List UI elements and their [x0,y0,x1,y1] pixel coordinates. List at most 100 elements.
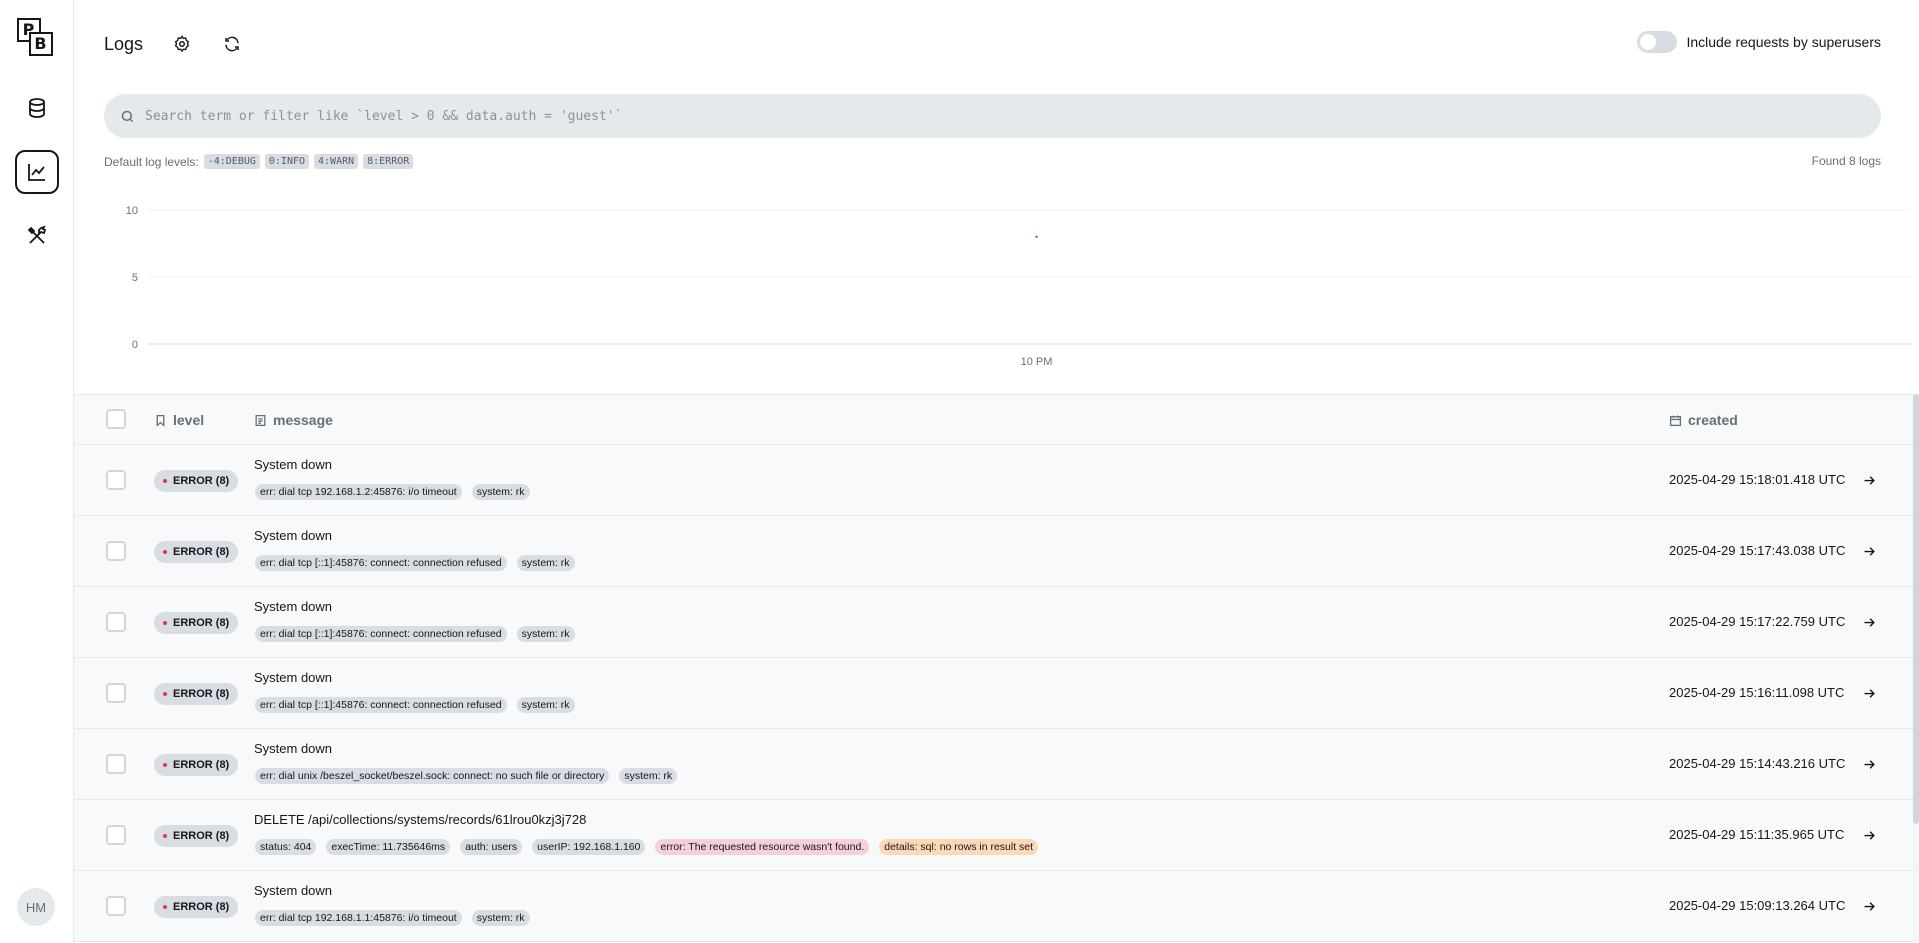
row-checkbox[interactable] [106,683,126,703]
refresh-icon [225,36,239,52]
page-title: Logs [104,33,144,54]
error-dot-icon [163,763,167,767]
toggle-knob [1640,34,1657,50]
arrow-right-icon[interactable] [1862,686,1877,701]
row-checkbox[interactable] [106,896,126,916]
table-row[interactable]: ERROR (8) System down err: dial tcp 192.16… [74,871,1919,942]
table-body: ERROR (8) System down err: dial tcp 192.16… [74,445,1919,942]
level-badge: ERROR (8) [154,612,239,634]
log-data-tag: err: dial unix /beszel_socket/beszel.soc… [255,768,610,784]
table-row[interactable]: ERROR (8) DELETE /api/collections/systems… [74,800,1919,871]
log-data-tag: details: sql: no rows in result set [879,839,1039,855]
error-dot-icon [163,834,167,838]
level-badge: ERROR (8) [154,754,239,776]
row-checkbox[interactable] [106,754,126,774]
table-row[interactable]: ERROR (8) System down err: dial tcp [::1]:… [74,587,1919,658]
column-level[interactable]: level [154,412,204,428]
arrow-right-icon[interactable] [1862,544,1877,559]
select-all-checkbox[interactable] [106,409,126,429]
avatar[interactable]: HM [17,888,55,926]
log-message: System down [254,457,333,472]
logs-chart: 0 5 10 10 PM [126,205,1911,368]
superusers-toggle[interactable] [1637,31,1678,53]
x-tick-label: 10 PM [1021,356,1053,368]
row-checkbox[interactable] [106,612,126,632]
pocketbase-logo[interactable]: P B [16,18,57,58]
level-badge-label: ERROR (8) [173,759,230,771]
logs-settings-button[interactable] [165,27,199,61]
log-data-tag: err: dial tcp [::1]:45876: connect: conn… [255,626,507,642]
nav-collections-button[interactable] [15,86,59,130]
level-chip-warn: 4:WARN [314,154,359,169]
level-badge-label: ERROR (8) [173,688,230,700]
nav-settings-button[interactable] [15,214,59,258]
logo-b: B [28,32,53,56]
log-tags: status: 404 execTime: 11.735646ms auth: us… [255,839,1048,855]
search-icon [121,110,134,122]
log-message: System down [254,670,333,685]
level-badge: ERROR (8) [154,825,239,847]
column-created-label: created [1688,412,1738,428]
level-badge-label: ERROR (8) [173,546,230,558]
column-created[interactable]: created [1669,412,1738,428]
column-message[interactable]: message [254,412,333,428]
arrow-right-icon[interactable] [1862,473,1877,488]
error-dot-icon [163,479,167,483]
main-content: Logs Include requests by superusers Sear… [74,0,1919,943]
log-data-tag: err: dial tcp [::1]:45876: connect: conn… [255,555,507,571]
chart-data-point[interactable] [1035,235,1038,238]
error-dot-icon [163,621,167,625]
log-created: 2025-04-29 15:14:43.216 UTC [1669,756,1846,771]
row-checkbox[interactable] [106,541,126,561]
column-level-label: level [173,412,205,428]
scrollbar-thumb[interactable] [1913,394,1919,824]
refresh-button[interactable] [215,27,249,61]
tools-icon [27,225,46,244]
arrow-right-icon[interactable] [1862,615,1877,630]
arrow-right-icon[interactable] [1862,757,1877,772]
arrow-right-icon[interactable] [1862,828,1877,843]
log-data-tag: system: rk [471,484,530,500]
log-tags: err: dial tcp [::1]:45876: connect: conn… [255,626,585,642]
level-badge: ERROR (8) [154,683,239,705]
log-tags: err: dial tcp 192.168.1.2:45876: i/o tim… [255,484,540,500]
search-input[interactable] [145,108,1845,124]
table-row[interactable]: ERROR (8) System downerr: dial tcp [::1]:… [74,516,1919,587]
log-created: 2025-04-29 15:09:13.264 UTC [1669,898,1846,913]
table-row[interactable]: ERROR (8) System down err: dial tcp 192.16… [74,445,1919,516]
error-dot-icon [163,692,167,696]
level-badge: ERROR (8) [154,541,239,563]
error-dot-icon [163,550,167,554]
log-data-tag: execTime: 11.735646ms [326,839,451,855]
level-badge: ERROR (8) [154,896,239,918]
log-data-tag: system: rk [471,910,530,926]
log-message: System down [254,883,333,898]
y-tick-label: 0 [132,339,138,351]
table-row[interactable]: ERROR (8) System downerr: dial tcp [::1]:… [74,658,1919,729]
level-badge-label: ERROR (8) [173,901,230,913]
log-message: System down [254,741,333,756]
log-data-tag: error: The requested resource wasn't fou… [655,839,870,855]
logs-table: level message created ERROR (8) System do… [74,394,1919,942]
superusers-toggle-label[interactable]: Include requests by superusers [1686,34,1881,50]
level-badge: ERROR (8) [154,470,239,492]
log-tags: err: dial tcp [::1]:45876: connect: conn… [255,697,585,713]
log-message: System down [254,528,333,543]
level-badge-label: ERROR (8) [173,830,230,842]
chart-line-icon [27,164,45,181]
level-chip-info: 0:INFO [264,154,310,169]
table-row[interactable]: ERROR (8) System down err: dial unix /besz… [74,729,1919,800]
bookmark-icon [156,414,165,427]
column-message-label: message [273,412,333,428]
nav-logs-button[interactable] [14,150,59,194]
gear-icon [174,35,190,53]
row-checkbox[interactable] [106,470,126,490]
log-message: DELETE /api/collections/systems/records/… [254,812,587,827]
arrow-right-icon[interactable] [1862,899,1877,914]
row-checkbox[interactable] [106,825,126,845]
log-data-tag: err: dial tcp [::1]:45876: connect: conn… [255,697,507,713]
log-created: 2025-04-29 15:17:22.759 UTC [1669,614,1846,629]
search-bar[interactable] [104,94,1881,138]
level-chip-debug: -4:DEBUG [203,154,260,169]
log-data-tag: userIP: 192.168.1.160 [532,839,646,855]
